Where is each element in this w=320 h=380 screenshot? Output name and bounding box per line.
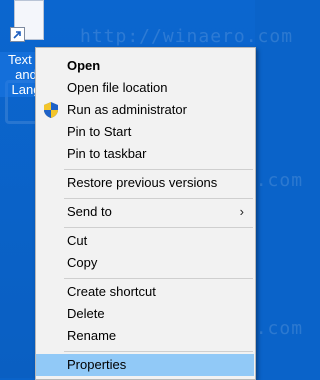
menu-item-pin-to-taskbar[interactable]: Pin to taskbar — [36, 143, 254, 165]
text-file-icon — [10, 0, 44, 42]
menu-item-send-to[interactable]: Send to › — [36, 201, 254, 223]
menu-item-open[interactable]: Open — [36, 55, 254, 77]
menu-separator — [64, 351, 253, 352]
menu-item-rename[interactable]: Rename — [36, 325, 254, 347]
menu-item-restore-previous-versions[interactable]: Restore previous versions — [36, 172, 254, 194]
menu-item-copy[interactable]: Copy — [36, 252, 254, 274]
menu-separator — [64, 198, 253, 199]
menu-item-properties[interactable]: Properties — [36, 354, 254, 376]
context-menu: Open Open file location Run as administr… — [35, 47, 256, 380]
watermark-url: http://winaero.com — [80, 26, 294, 47]
menu-item-pin-to-start[interactable]: Pin to Start — [36, 121, 254, 143]
chevron-right-icon: › — [239, 204, 244, 219]
menu-item-run-as-administrator[interactable]: Run as administrator — [36, 99, 254, 121]
menu-separator — [64, 169, 253, 170]
menu-item-delete[interactable]: Delete — [36, 303, 254, 325]
shortcut-arrow-icon — [10, 27, 25, 42]
menu-item-cut[interactable]: Cut — [36, 230, 254, 252]
menu-item-create-shortcut[interactable]: Create shortcut — [36, 281, 254, 303]
menu-separator — [64, 227, 253, 228]
uac-shield-icon — [44, 102, 58, 118]
menu-separator — [64, 278, 253, 279]
menu-item-open-file-location[interactable]: Open file location — [36, 77, 254, 99]
